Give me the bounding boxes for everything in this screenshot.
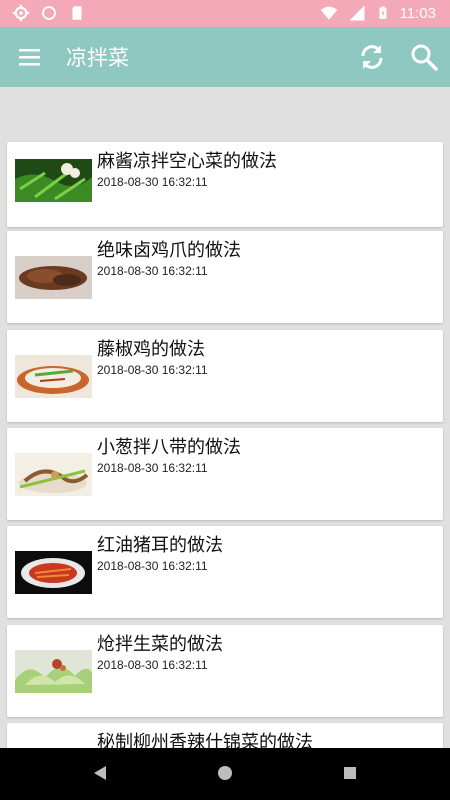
recipe-date: 2018-08-30 16:32:11 — [97, 264, 208, 278]
app-bar: 凉拌菜 — [0, 27, 450, 87]
recipe-thumbnail — [15, 650, 92, 693]
status-time: 11:03 — [399, 4, 436, 22]
recipe-title: 炝拌生菜的做法 — [97, 634, 223, 655]
recipe-date: 2018-08-30 16:32:11 — [97, 363, 208, 377]
recipe-list[interactable]: 麻酱凉拌空心菜的做法 2018-08-30 16:32:11 绝味卤鸡爪的做法 … — [0, 87, 450, 748]
recipe-thumbnail — [15, 159, 92, 202]
recipe-title: 藤椒鸡的做法 — [97, 339, 205, 360]
recipe-title: 秘制柳州香辣什锦菜的做法 — [97, 732, 313, 748]
navigation-bar — [0, 748, 450, 800]
recipe-title: 小葱拌八带的做法 — [97, 437, 241, 458]
back-icon[interactable] — [92, 764, 108, 782]
signal-icon — [349, 5, 365, 21]
recents-icon[interactable] — [342, 764, 358, 782]
menu-icon[interactable] — [17, 45, 43, 69]
refresh-icon[interactable] — [357, 42, 387, 72]
recipe-thumbnail — [15, 453, 92, 496]
recipe-title: 绝味卤鸡爪的做法 — [97, 240, 241, 261]
page-title: 凉拌菜 — [66, 46, 129, 70]
wifi-icon — [320, 6, 337, 20]
recipe-date: 2018-08-30 16:32:11 — [97, 559, 208, 573]
recipe-date: 2018-08-30 16:32:11 — [97, 175, 208, 189]
battery-icon — [379, 6, 387, 19]
recipe-card[interactable]: 红油猪耳的做法 2018-08-30 16:32:11 — [7, 526, 443, 618]
search-icon[interactable] — [410, 42, 438, 72]
recipe-card[interactable]: 炝拌生菜的做法 2018-08-30 16:32:11 — [7, 625, 443, 717]
sd-card-icon — [72, 6, 82, 20]
gear-icon — [12, 4, 30, 22]
home-icon[interactable] — [216, 764, 234, 782]
recipe-title: 麻酱凉拌空心菜的做法 — [97, 151, 277, 172]
recipe-title: 红油猪耳的做法 — [97, 535, 223, 556]
recipe-thumbnail — [15, 256, 92, 299]
recipe-card[interactable]: 麻酱凉拌空心菜的做法 2018-08-30 16:32:11 — [7, 142, 443, 227]
recipe-thumbnail — [15, 355, 92, 398]
recipe-card[interactable]: 小葱拌八带的做法 2018-08-30 16:32:11 — [7, 428, 443, 520]
recipe-thumbnail — [15, 551, 92, 594]
circle-icon — [42, 6, 56, 20]
recipe-date: 2018-08-30 16:32:11 — [97, 658, 208, 672]
status-bar: 11:03 — [0, 0, 450, 27]
recipe-card[interactable]: 秘制柳州香辣什锦菜的做法 — [7, 723, 443, 748]
recipe-card[interactable]: 绝味卤鸡爪的做法 2018-08-30 16:32:11 — [7, 231, 443, 323]
recipe-card[interactable]: 藤椒鸡的做法 2018-08-30 16:32:11 — [7, 330, 443, 422]
recipe-date: 2018-08-30 16:32:11 — [97, 461, 208, 475]
